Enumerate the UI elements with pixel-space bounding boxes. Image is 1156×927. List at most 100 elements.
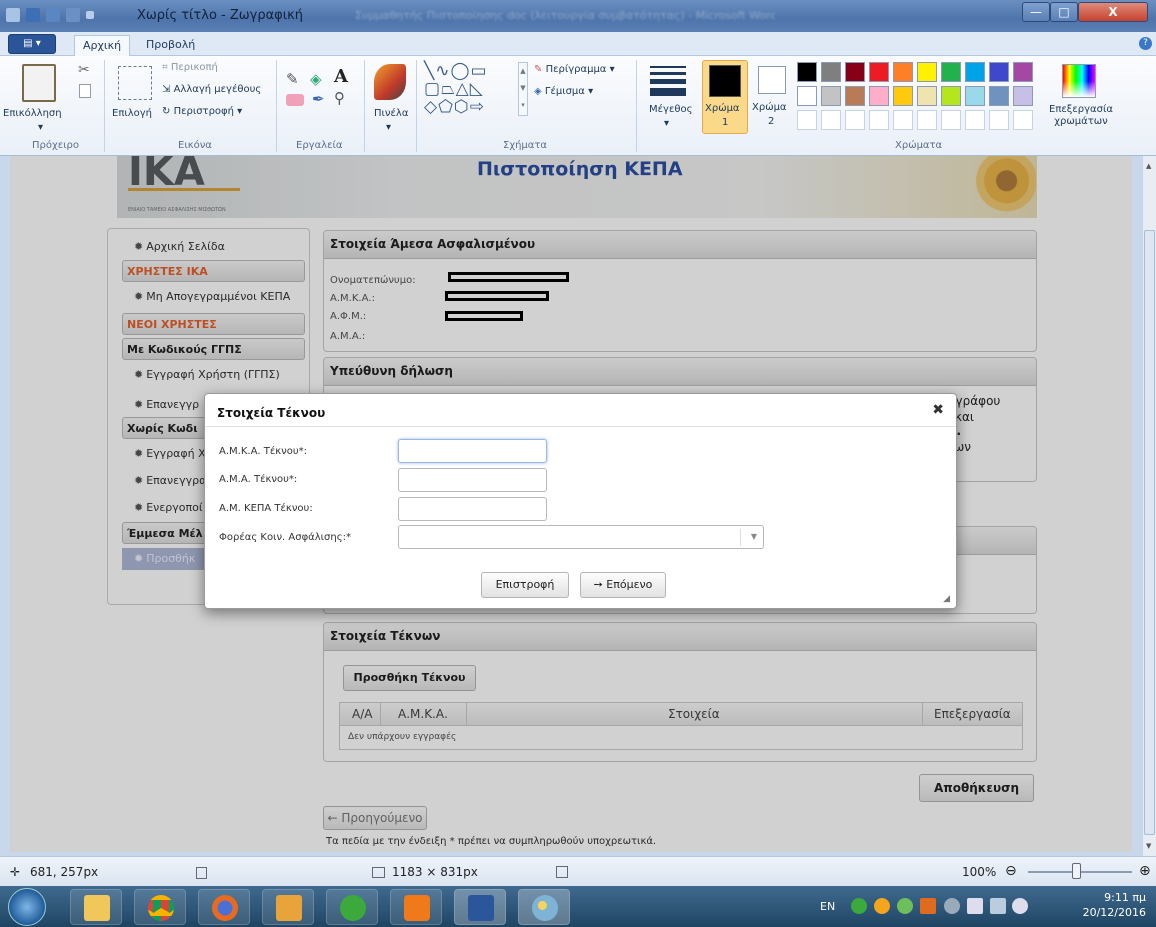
rotate-button[interactable]: ↻ Περιστροφή ▾ bbox=[162, 106, 242, 117]
redo-quick-icon[interactable] bbox=[66, 8, 80, 22]
close-dialog-icon[interactable]: ✖ bbox=[932, 402, 944, 418]
cut-icon[interactable]: ✂ bbox=[78, 62, 90, 78]
palette-swatch[interactable] bbox=[869, 86, 889, 106]
pencil-icon[interactable]: ✎ bbox=[286, 70, 299, 88]
taskbar-utorrent[interactable] bbox=[326, 889, 378, 925]
edit-colors-icon[interactable] bbox=[1062, 64, 1096, 98]
palette-swatch[interactable] bbox=[845, 62, 865, 82]
start-button[interactable] bbox=[8, 888, 46, 926]
palette-swatch[interactable] bbox=[893, 62, 913, 82]
tray-utorrent-icon[interactable] bbox=[851, 898, 867, 914]
color-picker-icon[interactable]: ✒ bbox=[312, 90, 325, 108]
eraser-icon[interactable] bbox=[286, 94, 304, 106]
zoom-in-icon[interactable]: ⊕ bbox=[1139, 863, 1151, 879]
zoom-slider-thumb[interactable] bbox=[1072, 863, 1081, 879]
tray-app-icon[interactable] bbox=[874, 898, 890, 914]
taskbar-firefox[interactable] bbox=[198, 889, 250, 925]
curve-shape-icon[interactable]: ∿ bbox=[435, 61, 450, 81]
size-label[interactable]: Μέγεθος bbox=[649, 104, 692, 115]
fill-button[interactable]: ◈ Γέμισμα ▾ bbox=[534, 86, 593, 97]
crop-button[interactable]: ⌗ Περικοπή bbox=[162, 62, 218, 73]
magnifier-icon[interactable]: ⚲ bbox=[334, 89, 345, 107]
triangle-shape-icon[interactable]: △ bbox=[456, 79, 470, 99]
shapes-gallery[interactable]: ╲∿◯▭ ▢⏢△◺ ◇⬠⬡⇨ bbox=[424, 62, 516, 122]
fill-bucket-icon[interactable]: ◈ bbox=[310, 70, 322, 88]
undo-quick-icon[interactable] bbox=[46, 8, 60, 22]
paste-dropdown-icon[interactable]: ▾ bbox=[38, 122, 43, 133]
next-button[interactable]: ➙ Επόμενο bbox=[580, 572, 666, 598]
tray-wifi-icon[interactable] bbox=[944, 898, 960, 914]
palette-swatch[interactable] bbox=[797, 62, 817, 82]
taskbar-clock[interactable]: 9:11 πμ 20/12/2016 bbox=[1083, 890, 1146, 920]
tray-office-icon[interactable] bbox=[920, 898, 936, 914]
color2-button[interactable]: Χρώμα 2 bbox=[752, 60, 794, 134]
text-tool-icon[interactable]: A bbox=[334, 66, 348, 87]
palette-swatch-empty[interactable] bbox=[797, 110, 817, 130]
palette-swatch[interactable] bbox=[797, 86, 817, 106]
palette-swatch-empty[interactable] bbox=[917, 110, 937, 130]
color1-button[interactable]: Χρώμα 1 bbox=[702, 60, 748, 134]
maximize-button[interactable]: □ bbox=[1050, 2, 1078, 22]
language-indicator[interactable]: EN bbox=[820, 900, 835, 913]
scroll-down-icon[interactable]: ▼ bbox=[1146, 842, 1151, 850]
pentagon-shape-icon[interactable]: ⬠ bbox=[438, 97, 454, 117]
taskbar-outlook[interactable] bbox=[262, 889, 314, 925]
right-triangle-shape-icon[interactable]: ◺ bbox=[470, 79, 484, 99]
tray-flag-icon[interactable] bbox=[967, 898, 983, 914]
palette-swatch[interactable] bbox=[941, 62, 961, 82]
quick-access-dropdown-icon[interactable] bbox=[86, 11, 94, 19]
paste-icon[interactable] bbox=[22, 64, 56, 102]
palette-swatch-empty[interactable] bbox=[869, 110, 889, 130]
help-icon[interactable]: ? bbox=[1139, 37, 1152, 50]
palette-swatch[interactable] bbox=[989, 86, 1009, 106]
palette-swatch[interactable] bbox=[965, 86, 985, 106]
palette-swatch-empty[interactable] bbox=[941, 110, 961, 130]
shapes-scroll[interactable]: ▲ ▼ ▾ bbox=[518, 62, 528, 116]
oval-shape-icon[interactable]: ◯ bbox=[451, 61, 471, 81]
arrow-shape-icon[interactable]: ⇨ bbox=[470, 97, 485, 117]
brushes-dropdown-icon[interactable]: ▾ bbox=[386, 122, 391, 133]
insurer-select[interactable]: ▼ bbox=[398, 525, 764, 549]
palette-swatch-empty[interactable] bbox=[989, 110, 1009, 130]
line-shape-icon[interactable]: ╲ bbox=[424, 61, 435, 81]
palette-swatch[interactable] bbox=[821, 62, 841, 82]
select-icon[interactable] bbox=[118, 66, 152, 100]
close-window-button[interactable]: X bbox=[1078, 2, 1148, 22]
tab-home[interactable]: Αρχική bbox=[74, 35, 131, 56]
child-ama-input[interactable] bbox=[398, 468, 547, 492]
save-quick-icon[interactable] bbox=[26, 8, 40, 22]
polygon-shape-icon[interactable]: ⏢ bbox=[441, 79, 456, 99]
palette-swatch[interactable] bbox=[1013, 86, 1033, 106]
palette-swatch[interactable] bbox=[989, 62, 1009, 82]
palette-swatch-empty[interactable] bbox=[821, 110, 841, 130]
palette-swatch[interactable] bbox=[821, 86, 841, 106]
child-am-kepa-input[interactable] bbox=[398, 497, 547, 521]
select-label[interactable]: Επιλογή bbox=[112, 108, 152, 119]
file-menu-button[interactable]: ▤ ▾ bbox=[8, 34, 56, 54]
copy-icon[interactable] bbox=[79, 84, 91, 98]
minimize-button[interactable]: — bbox=[1022, 2, 1050, 22]
back-button[interactable]: Επιστροφή bbox=[481, 572, 569, 598]
palette-swatch-empty[interactable] bbox=[893, 110, 913, 130]
taskbar-player[interactable] bbox=[390, 889, 442, 925]
palette-swatch-empty[interactable] bbox=[965, 110, 985, 130]
palette-swatch[interactable] bbox=[917, 86, 937, 106]
palette-swatch[interactable] bbox=[965, 62, 985, 82]
tray-network-icon[interactable] bbox=[990, 898, 1006, 914]
taskbar-paint[interactable] bbox=[518, 889, 570, 925]
palette-swatch[interactable] bbox=[941, 86, 961, 106]
tab-view[interactable]: Προβολή bbox=[138, 35, 203, 56]
brushes-icon[interactable] bbox=[374, 64, 406, 100]
edit-colors-label[interactable]: Επεξεργασία χρωμάτων bbox=[1048, 104, 1114, 128]
palette-swatch[interactable] bbox=[869, 62, 889, 82]
paint-app-icon[interactable] bbox=[6, 8, 20, 22]
palette-swatch-empty[interactable] bbox=[845, 110, 865, 130]
child-amka-input[interactable] bbox=[398, 439, 547, 463]
brushes-label[interactable]: Πινέλα bbox=[374, 108, 408, 119]
palette-swatch[interactable] bbox=[893, 86, 913, 106]
tray-volume-icon[interactable] bbox=[1012, 898, 1028, 914]
taskbar-chrome[interactable] bbox=[134, 889, 186, 925]
hexagon-shape-icon[interactable]: ⬡ bbox=[454, 97, 470, 117]
palette-swatch[interactable] bbox=[917, 62, 937, 82]
palette-swatch[interactable] bbox=[1013, 62, 1033, 82]
